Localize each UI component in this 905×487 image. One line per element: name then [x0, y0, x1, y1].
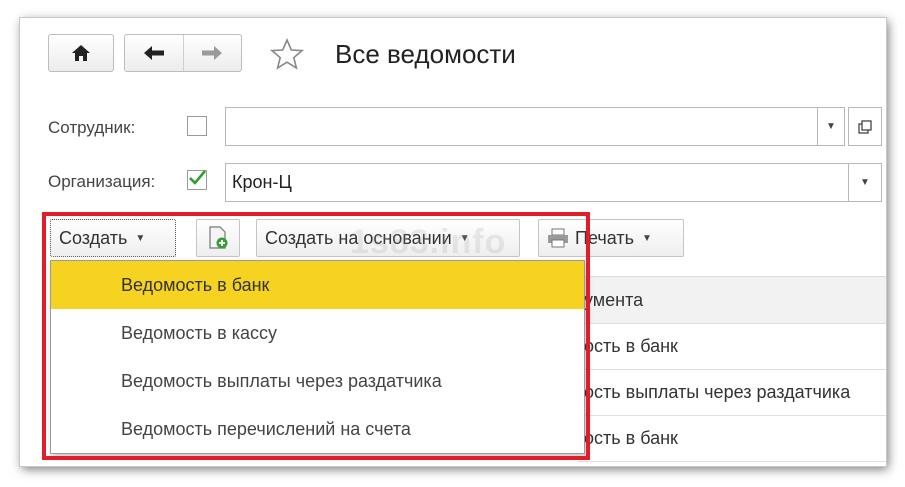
- chevron-down-icon: ▼: [641, 232, 652, 244]
- menu-item-transfer-statement[interactable]: Ведомость перечислений на счета: [51, 405, 584, 453]
- employee-checkbox[interactable]: [187, 116, 207, 136]
- arrow-right-icon: [202, 46, 223, 60]
- organization-dropdown-button[interactable]: ▼: [848, 163, 882, 202]
- menu-item-bank-statement[interactable]: Ведомость в банк: [51, 261, 584, 309]
- nav-history-group: [124, 34, 242, 72]
- table-row[interactable]: ость в банк: [578, 416, 886, 462]
- table-header-document[interactable]: умента: [578, 276, 886, 324]
- menu-item-distributor-statement[interactable]: Ведомость выплаты через раздатчика: [51, 357, 584, 405]
- table-row[interactable]: ость в банк: [578, 324, 886, 370]
- employee-open-button[interactable]: [848, 107, 882, 146]
- chevron-down-icon: ▼: [135, 232, 146, 244]
- chevron-down-icon: ▼: [459, 232, 470, 244]
- table-row[interactable]: ость выплаты через раздатчика: [578, 370, 886, 416]
- employee-field[interactable]: [225, 107, 823, 146]
- arrow-left-icon: [143, 46, 164, 60]
- triangle-down-icon: ▼: [826, 121, 836, 132]
- home-icon: [72, 45, 90, 61]
- star-icon: [269, 37, 305, 70]
- triangle-down-icon: ▼: [860, 177, 870, 188]
- employee-label: Сотрудник:: [48, 118, 136, 137]
- create-dropdown-menu: Ведомость в банк Ведомость в кассу Ведом…: [50, 260, 585, 454]
- copy-button[interactable]: [196, 219, 240, 257]
- forward-button[interactable]: [184, 35, 242, 71]
- printer-icon: [548, 228, 568, 248]
- create-based-on-label: Создать на основании: [265, 227, 452, 248]
- organization-field[interactable]: Крон-Ц: [225, 163, 849, 202]
- checkmark-icon: [189, 170, 206, 185]
- add-document-icon: [209, 226, 228, 249]
- create-button[interactable]: Создать ▼: [50, 219, 176, 257]
- open-form-icon: [858, 119, 872, 134]
- page-title: Все ведомости: [335, 39, 516, 69]
- menu-item-cash-statement[interactable]: Ведомость в кассу: [51, 309, 584, 357]
- documents-table: умента ость в банк ость выплаты через ра…: [578, 276, 886, 466]
- create-button-label: Создать: [59, 227, 128, 248]
- create-based-on-button[interactable]: Создать на основании ▼: [256, 219, 520, 257]
- app-window: Все ведомости Сотрудник: ▼ Организация: …: [20, 18, 886, 466]
- back-button[interactable]: [125, 35, 184, 71]
- organization-checkbox[interactable]: [187, 170, 207, 190]
- favorite-button[interactable]: [269, 37, 305, 75]
- print-button[interactable]: Печать ▼: [538, 219, 684, 257]
- print-button-label: Печать: [575, 227, 634, 248]
- organization-label: Организация:: [48, 172, 156, 191]
- employee-dropdown-button[interactable]: ▼: [817, 107, 845, 146]
- home-button[interactable]: [48, 34, 114, 72]
